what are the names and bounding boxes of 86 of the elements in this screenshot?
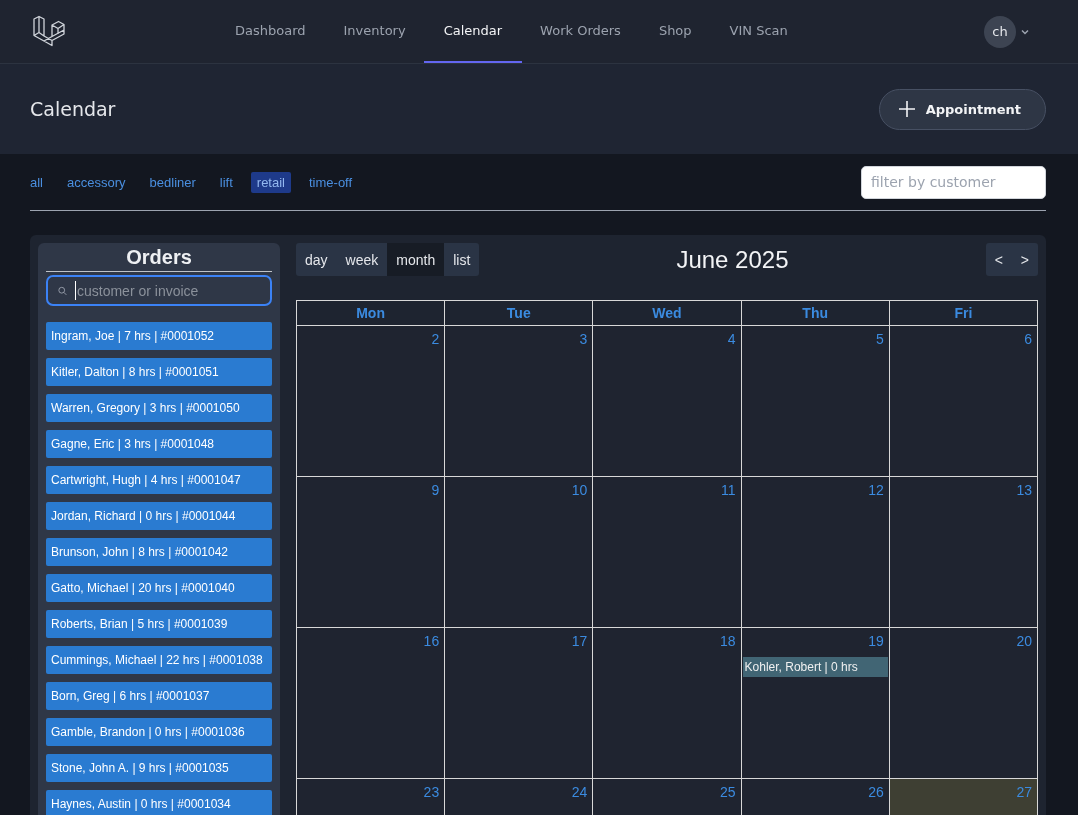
day-number: 10: [571, 482, 588, 498]
appointment-button[interactable]: Appointment: [878, 88, 1046, 130]
order-item[interactable]: Jordan, Richard | 0 hrs | #0001044: [46, 502, 272, 530]
previous-button[interactable]: <: [985, 243, 1012, 276]
order-item[interactable]: Warren, Gregory | 3 hrs | #0001050: [46, 394, 272, 422]
order-item[interactable]: Brunson, John | 8 hrs | #0001042: [46, 538, 272, 566]
day-cell[interactable]: 2: [296, 325, 445, 477]
day-cell[interactable]: 5: [741, 325, 890, 477]
order-item[interactable]: Ingram, Joe | 7 hrs | #0001052: [46, 322, 272, 350]
day-cell[interactable]: 26: [741, 778, 890, 815]
day-cell[interactable]: 12: [741, 476, 890, 628]
filter-tag[interactable]: lift: [213, 171, 239, 193]
filter-tag[interactable]: time-off: [303, 171, 359, 193]
weekday-header: Thu: [741, 300, 890, 326]
nav-link[interactable]: Inventory: [323, 0, 426, 63]
calendar-title: June 2025: [675, 245, 790, 274]
day-number: 3: [579, 331, 588, 347]
day-cell[interactable]: 10: [444, 476, 593, 628]
day-number: 23: [423, 784, 440, 800]
day-cell[interactable]: 9: [296, 476, 445, 628]
view-tab[interactable]: list: [444, 243, 480, 276]
order-item[interactable]: Gamble, Brandon | 0 hrs | #0001036: [46, 718, 272, 746]
day-cell[interactable]: 17: [444, 627, 593, 779]
user-avatar[interactable]: ch: [984, 15, 1016, 48]
day-cell[interactable]: 13: [889, 476, 1038, 628]
order-item[interactable]: Cummings, Michael | 22 hrs | #0001038: [46, 646, 272, 674]
order-item[interactable]: Stone, John A. | 9 hrs | #0001035: [46, 754, 272, 782]
nav-link[interactable]: Work Orders: [520, 0, 641, 63]
day-number: 20: [1016, 633, 1032, 649]
order-item[interactable]: Born, Greg | 6 hrs | #0001037: [46, 682, 272, 710]
day-cell[interactable]: 4: [592, 325, 742, 477]
day-number: 27: [1016, 784, 1032, 800]
day-cell[interactable]: 3: [444, 325, 593, 477]
filter-tag[interactable]: accessory: [61, 171, 132, 193]
day-cell[interactable]: 6: [889, 325, 1038, 477]
day-number: 5: [875, 331, 884, 347]
view-tab[interactable]: day: [296, 243, 337, 276]
nav-link[interactable]: Dashboard: [215, 0, 326, 63]
day-number: 2: [431, 331, 440, 347]
filter-tag[interactable]: retail: [250, 171, 291, 193]
day-cell[interactable]: 25: [592, 778, 742, 815]
plus-icon: [897, 100, 916, 118]
day-number: 9: [431, 482, 440, 498]
order-item[interactable]: Roberts, Brian | 5 hrs | #0001039: [46, 610, 272, 638]
day-number: 13: [1016, 482, 1032, 498]
order-item[interactable]: Kitler, Dalton | 8 hrs | #0001051: [46, 358, 272, 386]
order-item[interactable]: Gagne, Eric | 3 hrs | #0001048: [46, 430, 272, 458]
panel-title: Orders: [46, 243, 272, 272]
logo-icon: [32, 14, 66, 49]
filter-tag[interactable]: bedliner: [143, 171, 202, 193]
day-number: 18: [720, 633, 736, 649]
day-cell[interactable]: 18: [592, 627, 742, 779]
next-button[interactable]: >: [1011, 243, 1038, 276]
filter-field[interactable]: filter by customer: [861, 165, 1046, 199]
calendar-event[interactable]: Kohler, Robert | 0 hrs: [742, 657, 888, 677]
weekday-header: Wed: [592, 300, 742, 326]
weekday-header: Fri: [889, 300, 1038, 326]
nav-link[interactable]: VIN Scan: [709, 0, 808, 63]
order-item[interactable]: Haynes, Austin | 0 hrs | #0001034: [46, 790, 272, 815]
day-cell[interactable]: 11: [592, 476, 742, 628]
order-item[interactable]: Gatto, Michael | 20 hrs | #0001040: [46, 574, 272, 602]
day-number: 24: [571, 784, 588, 800]
view-tab[interactable]: month: [387, 243, 445, 276]
day-cell[interactable]: 20: [889, 627, 1038, 779]
day-number: 26: [868, 784, 884, 800]
day-cell[interactable]: 24: [444, 778, 593, 815]
filter-tag[interactable]: all: [30, 171, 49, 193]
weekday-header: Tue: [444, 300, 593, 326]
day-cell[interactable]: 19 Kohler, Robert | 0 hrs: [741, 627, 890, 779]
weekday-header: Mon: [296, 300, 445, 326]
day-cell[interactable]: 27: [889, 778, 1038, 815]
day-cell[interactable]: 16: [296, 627, 445, 779]
day-number: 6: [1024, 331, 1032, 347]
day-cell[interactable]: 23: [296, 778, 445, 815]
day-number: 19: [868, 633, 884, 649]
page-title: Calendar: [30, 98, 116, 120]
order-item[interactable]: Cartwright, Hugh | 4 hrs | #0001047: [46, 466, 272, 494]
day-number: 25: [720, 784, 736, 800]
view-tab[interactable]: week: [336, 243, 388, 276]
day-number: 16: [423, 633, 440, 649]
search-field[interactable]: customer or invoice: [46, 275, 272, 306]
day-number: 11: [721, 482, 736, 498]
day-number: 12: [868, 482, 884, 498]
day-number: 4: [727, 331, 736, 347]
day-number: 17: [571, 633, 588, 649]
nav-link[interactable]: Shop: [638, 0, 712, 63]
